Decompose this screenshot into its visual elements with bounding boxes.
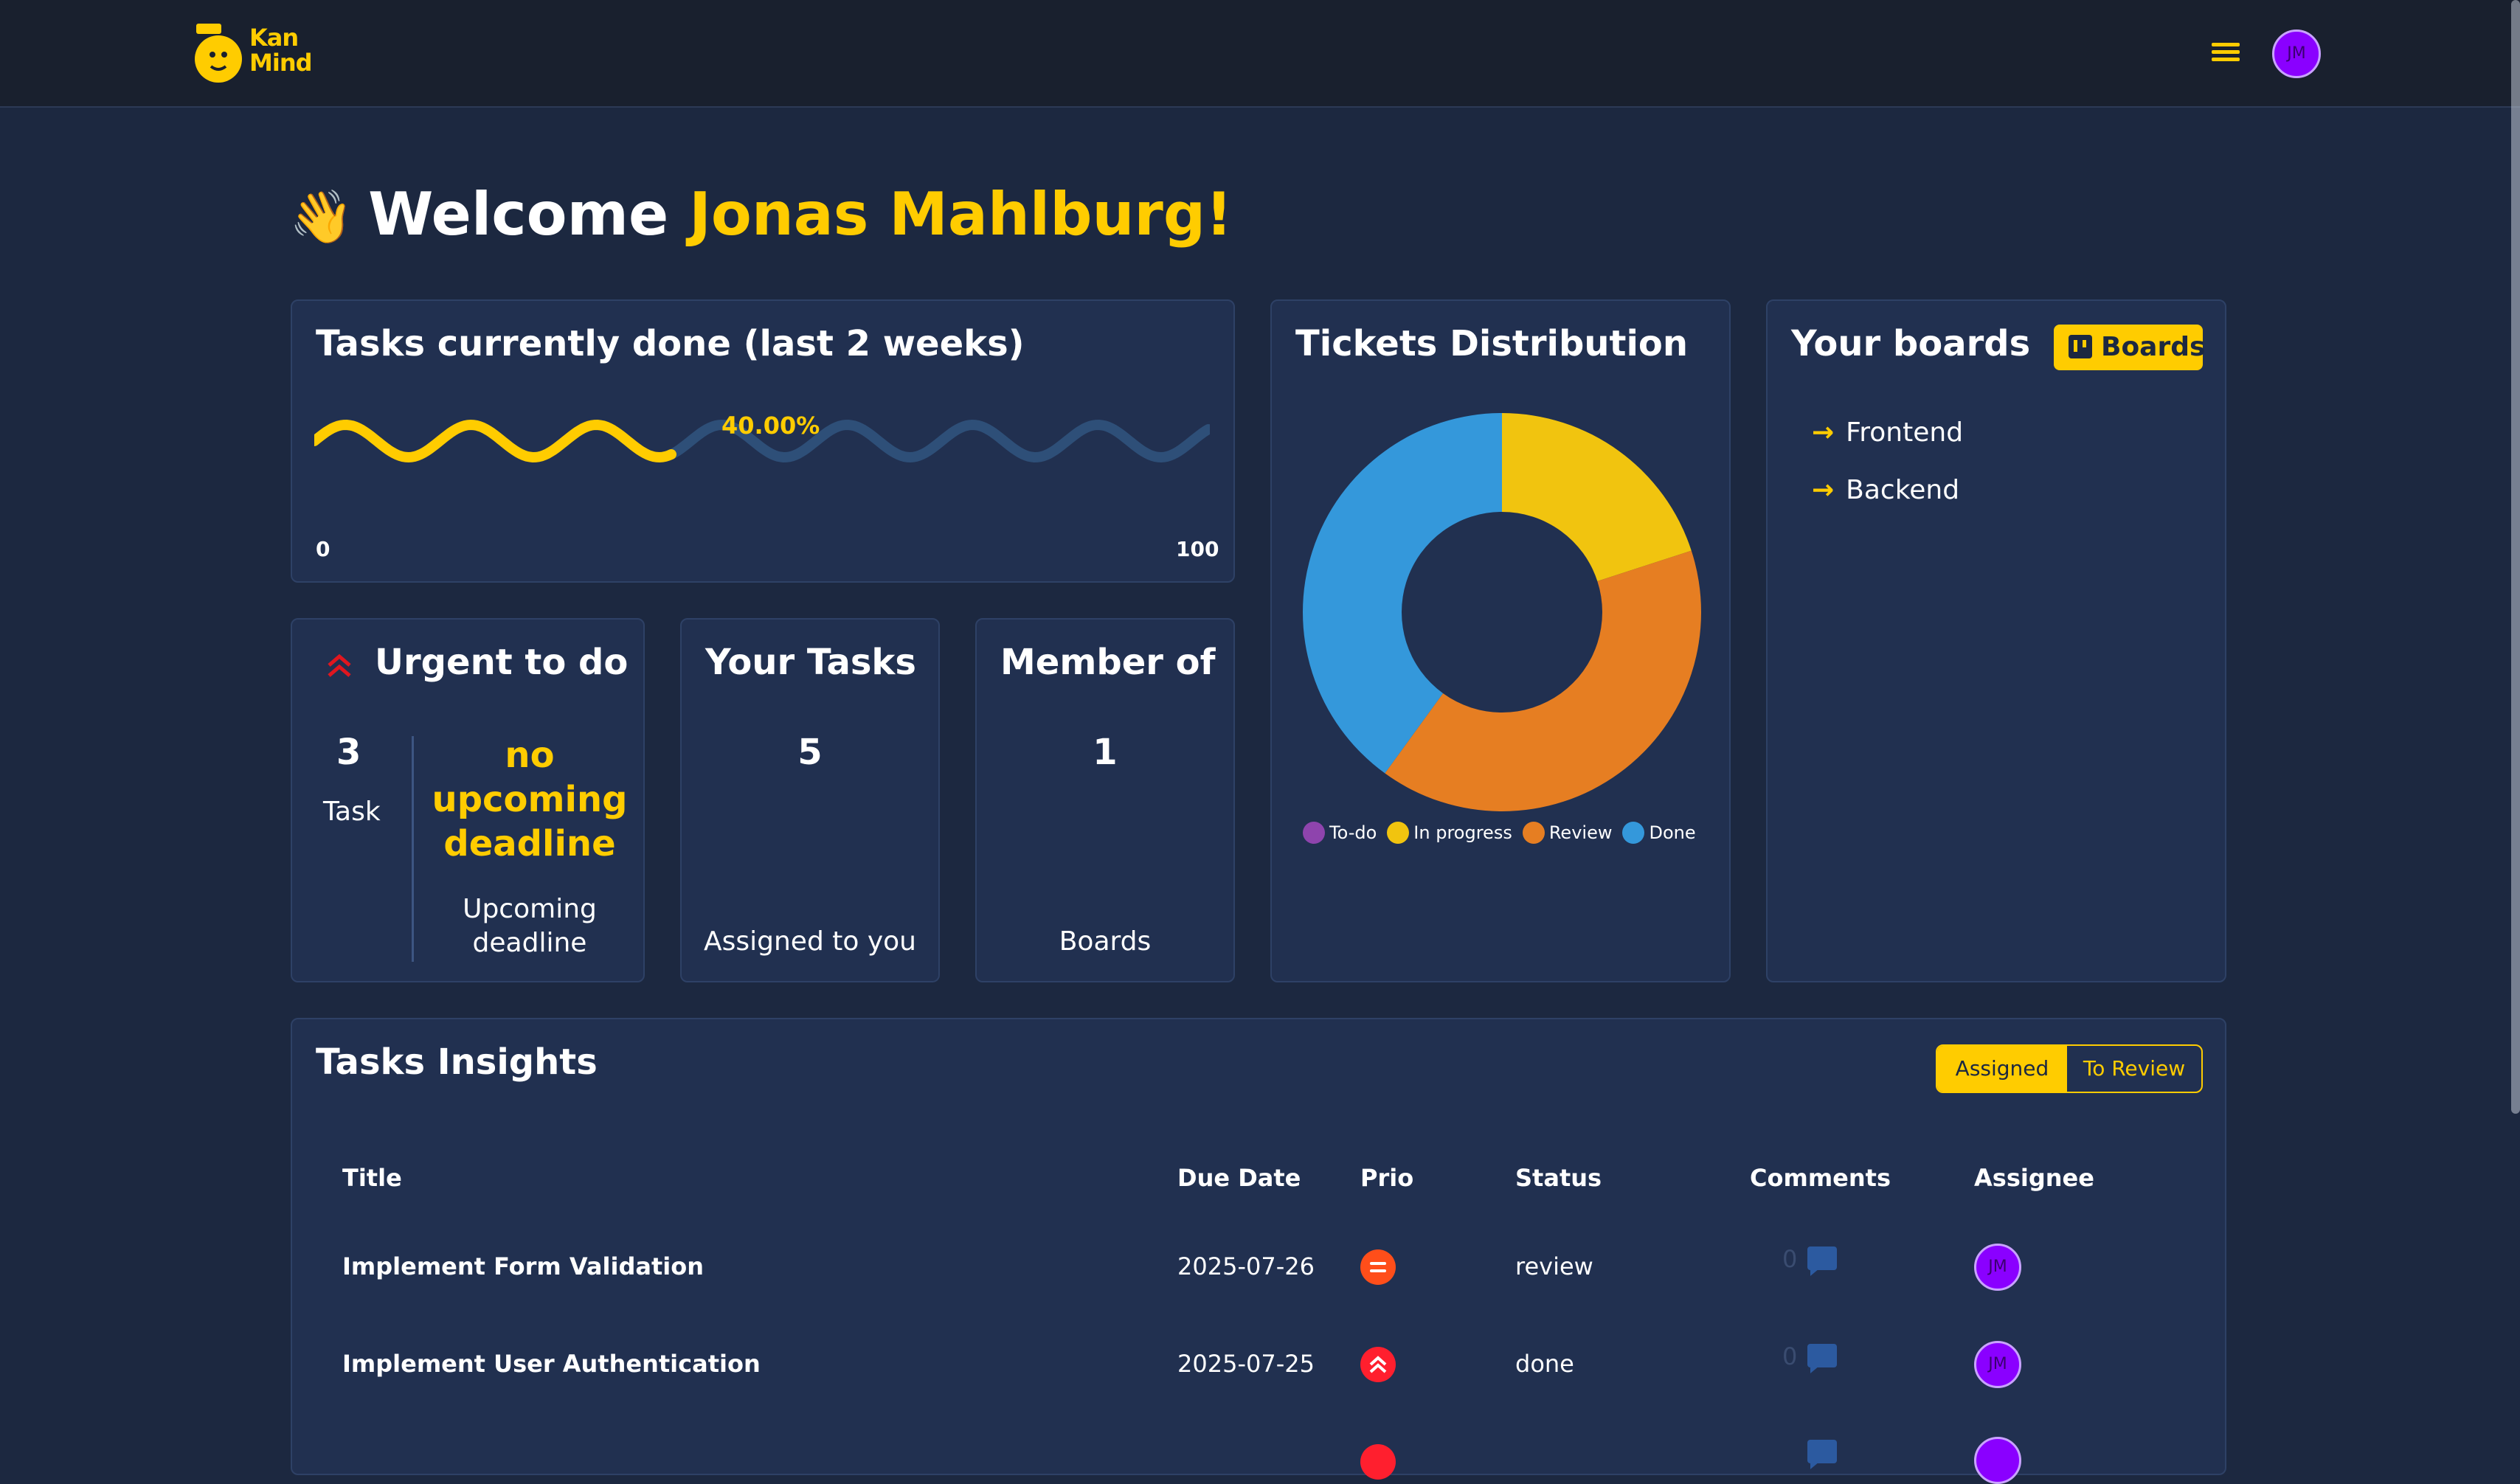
boards-count: 1 [1093, 732, 1118, 773]
legend-swatch [1622, 822, 1645, 844]
tickets-distribution-card: Tickets Distribution To-do In progress R… [1270, 299, 1731, 982]
top-navbar: Kan Mind JM [0, 0, 2520, 108]
card-title: Your boards [1791, 323, 2031, 364]
board-link-backend[interactable]: → Backend [1812, 475, 1959, 505]
card-title: Tickets Distribution [1295, 323, 1689, 364]
arrow-right-icon: → [1812, 417, 1835, 448]
welcome-heading: 👋 Welcome Jonas Mahlburg! [289, 180, 1233, 249]
logo-text: Kan Mind [249, 24, 312, 77]
column-header-due-date[interactable]: Due Date [1177, 1164, 1301, 1192]
user-avatar[interactable]: JM [2272, 30, 2321, 78]
donut-slice-in-progress[interactable] [1502, 413, 1692, 581]
column-header-assignee[interactable]: Assignee [1974, 1164, 2094, 1192]
chart-legend: To-do In progress Review Done [1303, 822, 1716, 844]
deadline-label: Upcoming deadline [463, 894, 597, 958]
legend-swatch [1387, 822, 1410, 844]
board-icon [2069, 335, 2092, 358]
priority-urgent-icon [1360, 1444, 1396, 1480]
card-title: Tasks Insights [316, 1041, 598, 1083]
card-title: Tasks currently done (last 2 weeks) [316, 323, 1025, 364]
comment-icon [1807, 1440, 1837, 1469]
board-link-frontend[interactable]: → Frontend [1812, 417, 1963, 448]
tasks-label: Assigned to you [704, 926, 916, 957]
divider [412, 736, 414, 962]
progress-max-label: 100 [1176, 537, 1219, 561]
task-due-date: 2025-07-25 [1177, 1350, 1315, 1378]
urgent-count: 3 [336, 732, 361, 773]
boards-label: Boards [1059, 926, 1152, 957]
legend-item[interactable]: To-do [1303, 822, 1377, 844]
legend-swatch [1522, 822, 1545, 844]
urgent-count-label: Task [323, 797, 381, 827]
member-of-card: Member of 1 Boards [975, 618, 1235, 982]
progress-min-label: 0 [316, 537, 330, 561]
legend-item[interactable]: In progress [1387, 822, 1512, 844]
task-title: Implement User Authentication [342, 1350, 761, 1378]
comment-count: 0 [1782, 1342, 1798, 1370]
card-title: Member of [1000, 642, 1216, 683]
comment-icon [1807, 1247, 1837, 1276]
tasks-count: 5 [797, 732, 823, 773]
assignee-avatar[interactable] [1974, 1437, 2021, 1484]
kanmind-logo[interactable]: Kan Mind [193, 22, 326, 84]
insights-toggle: Assigned To Review [1936, 1044, 2203, 1093]
double-chevron-up-icon [328, 653, 351, 677]
mascot-icon [195, 24, 242, 83]
deadline-value: no upcoming deadline [432, 735, 628, 864]
card-title: Your Tasks [705, 642, 916, 683]
wave-progress-bar [314, 419, 1210, 463]
task-due-date: 2025-07-26 [1177, 1252, 1315, 1280]
assignee-avatar[interactable]: JM [1974, 1244, 2021, 1291]
task-status: review [1515, 1252, 1593, 1280]
column-header-title[interactable]: Title [342, 1164, 402, 1192]
legend-swatch [1303, 822, 1325, 844]
user-name: Jonas Mahlburg! [689, 180, 1233, 249]
task-status: done [1515, 1350, 1574, 1378]
legend-item[interactable]: Done [1622, 822, 1696, 844]
progress-done [314, 419, 676, 463]
comment-count: 0 [1782, 1245, 1798, 1273]
your-tasks-card: Your Tasks 5 Assigned to you [680, 618, 940, 982]
progress-percent: 40.00% [721, 412, 820, 440]
waving-hand-icon: 👋 [289, 187, 354, 247]
card-title: Urgent to do [375, 642, 629, 683]
donut-slice-review[interactable] [1385, 550, 1701, 811]
donut-chart [1303, 413, 1701, 811]
menu-icon[interactable] [2212, 43, 2240, 62]
toggle-assigned[interactable]: Assigned [1937, 1046, 2067, 1092]
toggle-to-review[interactable]: To Review [2067, 1046, 2201, 1092]
priority-urgent-icon [1360, 1347, 1396, 1382]
assignee-avatar[interactable]: JM [1974, 1341, 2021, 1388]
arrow-right-icon: → [1812, 475, 1835, 505]
tasks-insights-card: Tasks Insights Assigned To Review Title … [291, 1018, 2226, 1484]
legend-item[interactable]: Review [1522, 822, 1612, 844]
column-header-prio[interactable]: Prio [1360, 1164, 1413, 1192]
comment-icon [1807, 1344, 1837, 1373]
column-header-status[interactable]: Status [1515, 1164, 1602, 1192]
boards-button[interactable]: Boards [2054, 325, 2205, 370]
your-boards-card: Your boards Boards → Frontend → Backend [1766, 299, 2226, 982]
tasks-done-card: Tasks currently done (last 2 weeks) 40.0… [291, 299, 1235, 583]
urgent-todo-card: Urgent to do 3 Task no upcoming deadline… [291, 618, 645, 982]
priority-medium-icon [1360, 1249, 1396, 1285]
column-header-comments[interactable]: Comments [1750, 1164, 1891, 1192]
task-title: Implement Form Validation [342, 1252, 704, 1280]
page-scrollbar[interactable] [2511, 0, 2520, 1114]
